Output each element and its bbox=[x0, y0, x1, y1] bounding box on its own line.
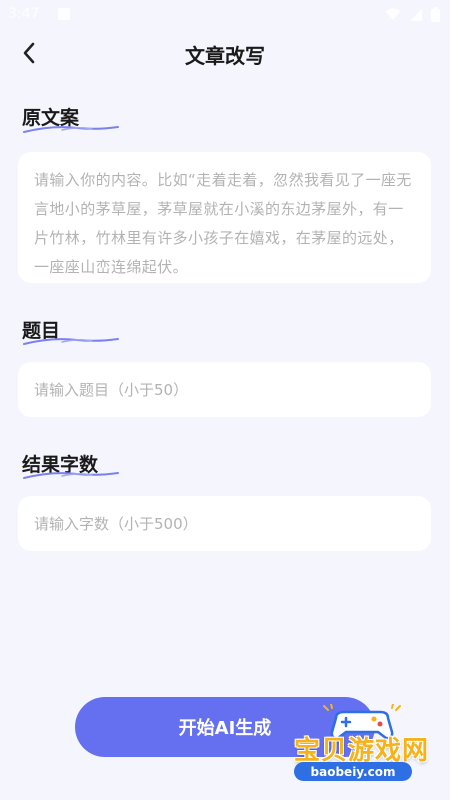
wifi-icon bbox=[385, 8, 401, 20]
top-bar: 文章改写 bbox=[0, 30, 450, 76]
watermark-url: baobeiy.com bbox=[294, 762, 412, 781]
notification-icon bbox=[58, 8, 70, 20]
title-input[interactable]: 请输入题目（小于50） bbox=[18, 362, 431, 417]
word-count-input[interactable]: 请输入字数（小于500） bbox=[18, 496, 431, 551]
status-icons bbox=[385, 7, 440, 22]
original-text-input[interactable]: 请输入你的内容。比如“走着走着，忽然我看见了一座无言地小的茅草屋，茅草屋就在小溪… bbox=[18, 152, 431, 283]
status-bar: 3:47 bbox=[0, 0, 450, 30]
signal-icon bbox=[410, 8, 422, 21]
label-underline-decoration bbox=[23, 126, 119, 133]
status-time: 3:47 bbox=[8, 6, 40, 22]
label-underline-decoration bbox=[23, 472, 119, 479]
watermark: 宝贝游戏网 baobeiy.com bbox=[282, 700, 442, 785]
battery-icon bbox=[431, 7, 440, 22]
page-title: 文章改写 bbox=[185, 44, 265, 68]
label-underline-decoration bbox=[23, 338, 119, 345]
